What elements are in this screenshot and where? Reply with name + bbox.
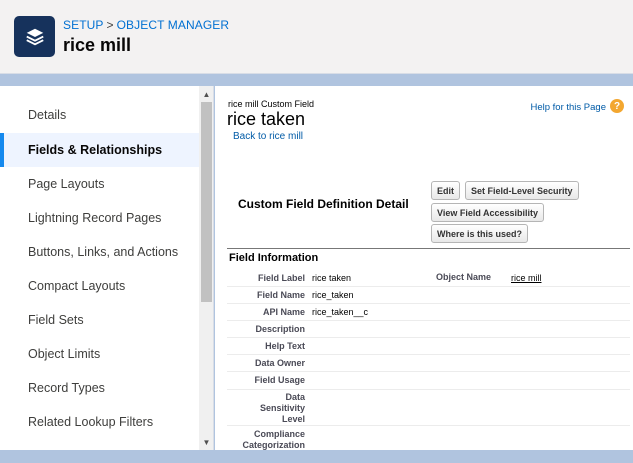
field-row-api-name: API Name rice_taken__c	[227, 304, 630, 321]
data-sensitivity-level-caption: Data Sensitivity Level	[259, 392, 305, 424]
field-detail-panel: rice mill Custom Field rice taken Back t…	[215, 86, 633, 450]
scroll-up-arrow-icon[interactable]: ▲	[199, 87, 213, 101]
back-to-object-link[interactable]: Back to rice mill	[233, 131, 303, 142]
definition-detail-title: Custom Field Definition Detail	[238, 197, 409, 211]
where-is-this-used-button[interactable]: Where is this used?	[431, 224, 529, 243]
sidebar-scrollbar[interactable]: ▲ ▼	[199, 86, 213, 450]
edit-button[interactable]: Edit	[431, 181, 460, 200]
sidebar-item-label: Page Layouts	[28, 177, 105, 191]
sidebar-item-fields-relationships[interactable]: Fields & Relationships	[0, 133, 199, 167]
field-row-field-label: Field Label rice taken Object Name rice …	[227, 270, 630, 287]
breadcrumb-setup-link[interactable]: SETUP	[63, 18, 104, 32]
sidebar-item-field-sets[interactable]: Field Sets	[0, 303, 199, 337]
section-divider	[227, 248, 630, 249]
sidebar-item-compact-layouts[interactable]: Compact Layouts	[0, 269, 199, 303]
data-owner-caption: Data Owner	[254, 358, 305, 368]
sidebar-item-label: Lightning Record Pages	[28, 211, 162, 225]
breadcrumb-separator: >	[106, 18, 114, 32]
sidebar-item-label: Record Types	[28, 381, 105, 395]
field-row-description: Description	[227, 321, 630, 338]
breadcrumb: SETUP > OBJECT MANAGER	[63, 18, 229, 32]
set-field-level-security-button[interactable]: Set Field-Level Security	[465, 181, 579, 200]
field-label-value: rice taken	[312, 273, 352, 283]
field-row-field-usage: Field Usage	[227, 372, 630, 390]
api-name-caption: API Name	[262, 307, 305, 317]
page-background-band	[0, 74, 633, 86]
sidebar-item-label: Fields & Relationships	[28, 143, 163, 157]
field-row-data-sensitivity-level: Data Sensitivity Level	[227, 390, 630, 426]
sidebar-item-details[interactable]: Details	[0, 98, 199, 132]
help-text-caption: Help Text	[265, 341, 305, 351]
field-name-value: rice_taken	[312, 290, 354, 300]
field-row-compliance-categorization: Compliance Categorization	[227, 426, 630, 450]
scroll-down-arrow-icon[interactable]: ▼	[199, 435, 213, 449]
field-name-caption: Field Name	[256, 290, 305, 300]
view-field-accessibility-button[interactable]: View Field Accessibility	[431, 203, 545, 222]
field-row-field-name: Field Name rice_taken	[227, 287, 630, 304]
sidebar-item-label: Field Sets	[28, 313, 84, 327]
sidebar-item-lightning-record-pages[interactable]: Lightning Record Pages	[0, 201, 199, 235]
breadcrumb-object-manager-link[interactable]: OBJECT MANAGER	[117, 18, 230, 32]
scrollbar-thumb[interactable]	[201, 102, 212, 302]
api-name-value: rice_taken__c	[312, 307, 369, 317]
page-title: rice mill	[63, 35, 132, 55]
sidebar-item-label: Buttons, Links, and Actions	[28, 245, 179, 259]
field-row-help-text: Help Text	[227, 338, 630, 355]
field-title: rice taken	[227, 109, 306, 129]
field-information-heading: Field Information	[229, 252, 319, 264]
help-icon[interactable]: ?	[610, 99, 624, 113]
object-name-link[interactable]: rice mill	[511, 273, 542, 283]
layers-icon	[14, 16, 55, 57]
sidebar-item-buttons-links-actions[interactable]: Buttons, Links, and Actions	[0, 235, 199, 269]
object-manager-sidebar: Details Fields & Relationships Page Layo…	[0, 86, 214, 450]
sidebar-item-object-limits[interactable]: Object Limits	[0, 337, 199, 371]
help-for-page-link[interactable]: Help for this Page	[530, 102, 606, 113]
field-subtitle: rice mill Custom Field	[228, 99, 315, 109]
sidebar-item-label: Details	[28, 108, 67, 122]
sidebar-item-label: Object Limits	[28, 347, 101, 361]
compliance-categorization-caption: Compliance Categorization	[242, 429, 305, 450]
sidebar-item-page-layouts[interactable]: Page Layouts	[0, 167, 199, 201]
sidebar-item-label: Related Lookup Filters	[28, 415, 154, 429]
setup-header: SETUP > OBJECT MANAGER rice mill	[0, 0, 633, 74]
field-row-data-owner: Data Owner	[227, 355, 630, 372]
page-bottom-band	[0, 450, 633, 463]
description-caption: Description	[255, 324, 305, 334]
sidebar-item-record-types[interactable]: Record Types	[0, 371, 199, 405]
object-name-caption: Object Name	[436, 272, 492, 282]
sidebar-item-label: Compact Layouts	[28, 279, 126, 293]
sidebar-item-related-lookup-filters[interactable]: Related Lookup Filters	[0, 405, 199, 439]
field-label-caption: Field Label	[257, 273, 305, 283]
field-usage-caption: Field Usage	[254, 375, 305, 385]
